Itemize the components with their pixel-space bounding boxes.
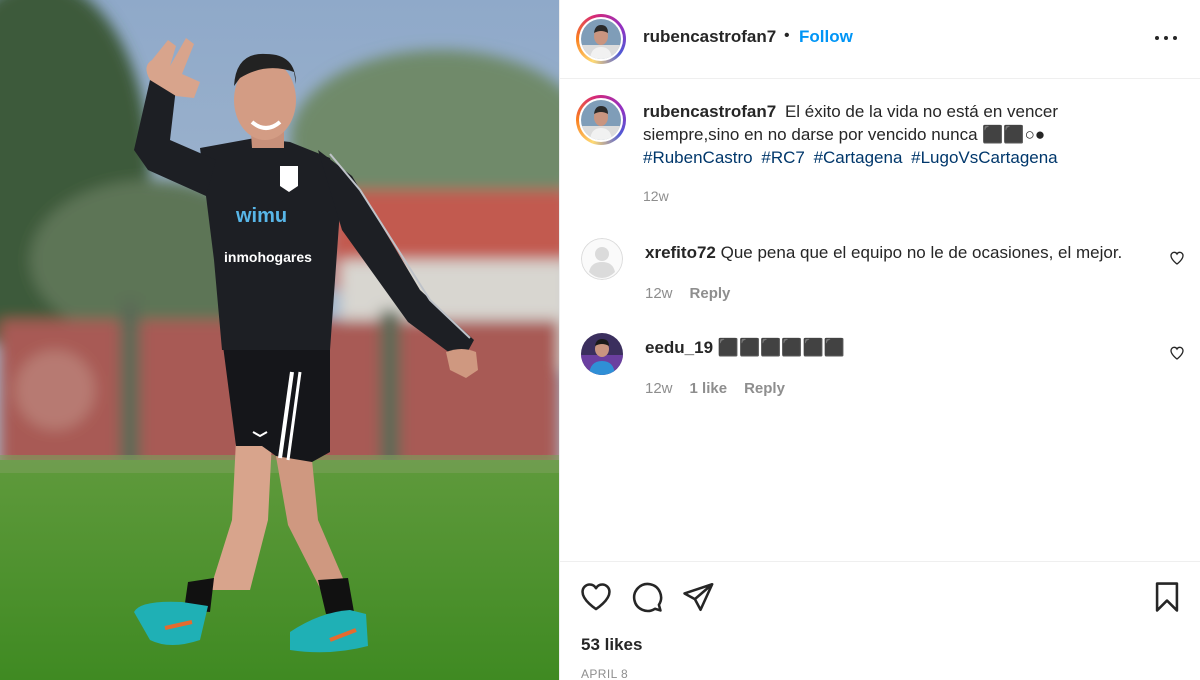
- hashtag-link[interactable]: #RubenCastro: [643, 148, 753, 167]
- comment-username[interactable]: eedu_19: [645, 338, 713, 357]
- post-actions: 53 likes APRIL 8: [560, 561, 1200, 680]
- svg-text:wimu: wimu: [235, 205, 287, 227]
- caption-author-avatar-image: [581, 100, 621, 140]
- caption-username[interactable]: rubencastrofan7: [643, 102, 776, 121]
- post-header: rubencastrofan7 • Follow: [560, 0, 1200, 79]
- hashtag-list: #RubenCastro #RC7 #Cartagena #LugoVsCart…: [643, 146, 1153, 169]
- post-caption: rubencastrofan7 El éxito de la vida no e…: [643, 100, 1153, 169]
- more-options-icon[interactable]: [1153, 28, 1179, 48]
- comment-icon[interactable]: [630, 580, 664, 614]
- author-avatar-image: [581, 19, 621, 59]
- post-date[interactable]: APRIL 8: [581, 667, 628, 680]
- post-photo[interactable]: wimu inmohogares: [0, 0, 559, 680]
- heart-icon[interactable]: [579, 580, 613, 614]
- likes-count[interactable]: 53 likes: [581, 635, 642, 655]
- comment-avatar[interactable]: [581, 333, 623, 375]
- comment-timestamp[interactable]: 12w: [645, 380, 673, 397]
- comment-body: eedu_19 ⬛⬛⬛⬛⬛⬛: [645, 338, 845, 358]
- author-username[interactable]: rubencastrofan7: [643, 27, 776, 47]
- hashtag-link[interactable]: #RC7: [761, 148, 804, 167]
- post-details-panel: rubencastrofan7 • Follow rubencastrofan7…: [559, 0, 1200, 680]
- default-avatar-icon: [581, 238, 623, 280]
- comment-username[interactable]: xrefito72: [645, 243, 716, 262]
- reply-button[interactable]: Reply: [690, 285, 731, 302]
- svg-text:inmohogares: inmohogares: [224, 249, 312, 265]
- separator-dot: •: [784, 27, 790, 44]
- comment-text: Que pena que el equipo no le de ocasione…: [720, 243, 1123, 262]
- instagram-post: wimu inmohogares rubencastrofan7 • Follo…: [0, 0, 1200, 680]
- comment-body: xrefito72 Que pena que el equipo no le d…: [645, 243, 1122, 263]
- caption-timestamp[interactable]: 12w: [643, 188, 669, 204]
- football-player-photo: wimu inmohogares: [0, 0, 559, 680]
- comment-like-heart-icon[interactable]: [1169, 345, 1185, 361]
- author-avatar[interactable]: [576, 14, 626, 64]
- reply-button[interactable]: Reply: [744, 380, 785, 397]
- comment-text: ⬛⬛⬛⬛⬛⬛: [717, 338, 845, 357]
- follow-button[interactable]: Follow: [799, 27, 853, 47]
- caption-author-avatar[interactable]: [576, 95, 626, 145]
- comment-like-heart-icon[interactable]: [1169, 250, 1185, 266]
- commenter-avatar-image: [581, 333, 623, 375]
- comment-meta: 12w 1 like Reply: [645, 380, 785, 397]
- comment-avatar[interactable]: [581, 238, 623, 280]
- comment-likes-count[interactable]: 1 like: [690, 380, 728, 397]
- hashtag-link[interactable]: #LugoVsCartagena: [911, 148, 1058, 167]
- comment-timestamp[interactable]: 12w: [645, 285, 673, 302]
- bookmark-icon[interactable]: [1150, 580, 1184, 614]
- hashtag-link[interactable]: #Cartagena: [814, 148, 903, 167]
- share-icon[interactable]: [681, 580, 715, 614]
- comment-meta: 12w Reply: [645, 285, 730, 302]
